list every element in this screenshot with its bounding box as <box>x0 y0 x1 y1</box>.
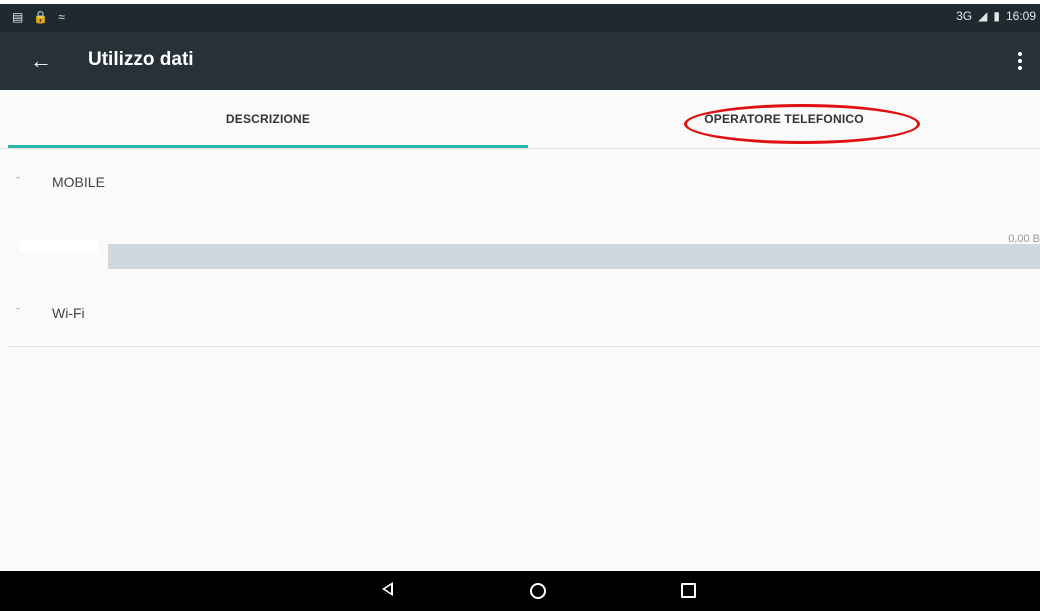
navigation-bar <box>0 571 1040 611</box>
system-icons: 3G ◢ ▮ 16:09 <box>956 9 1036 23</box>
nav-home-icon[interactable] <box>530 583 546 599</box>
lock-icon: 🔒 <box>33 10 49 24</box>
wifi-off-icon: ≈ <box>58 10 65 24</box>
chevron-up-icon[interactable]: ˆ <box>16 174 20 189</box>
screenshot-icon: ▤ <box>12 10 24 24</box>
app-toolbar: ← Utilizzo dati <box>0 32 1040 90</box>
signal-icon: ◢ <box>978 9 988 23</box>
tab-descrizione[interactable]: DESCRIZIONE <box>8 90 528 148</box>
section-wifi-label[interactable]: Wi-Fi <box>52 305 85 321</box>
battery-icon: ▮ <box>993 9 1000 23</box>
network-type: 3G <box>956 9 973 23</box>
clock: 16:09 <box>1005 9 1036 23</box>
tab-indicator <box>8 145 528 148</box>
page-title: Utilizzo dati <box>88 49 194 70</box>
status-bar: ▤ 🔒 ≈ 3G ◢ ▮ 16:09 <box>0 0 1040 32</box>
annotation-circle <box>684 104 920 144</box>
overflow-menu-icon[interactable] <box>1010 46 1030 76</box>
section-mobile-label[interactable]: MOBILE <box>52 174 105 190</box>
chevron-down-icon[interactable]: ˇ <box>16 305 20 320</box>
back-arrow-icon[interactable]: ← <box>30 46 60 76</box>
usage-bar <box>108 244 1040 269</box>
divider <box>8 346 1040 347</box>
usage-label-placeholder <box>20 239 98 253</box>
notification-icons: ▤ 🔒 ≈ <box>12 10 65 24</box>
nav-recent-apps-icon[interactable] <box>681 583 696 598</box>
